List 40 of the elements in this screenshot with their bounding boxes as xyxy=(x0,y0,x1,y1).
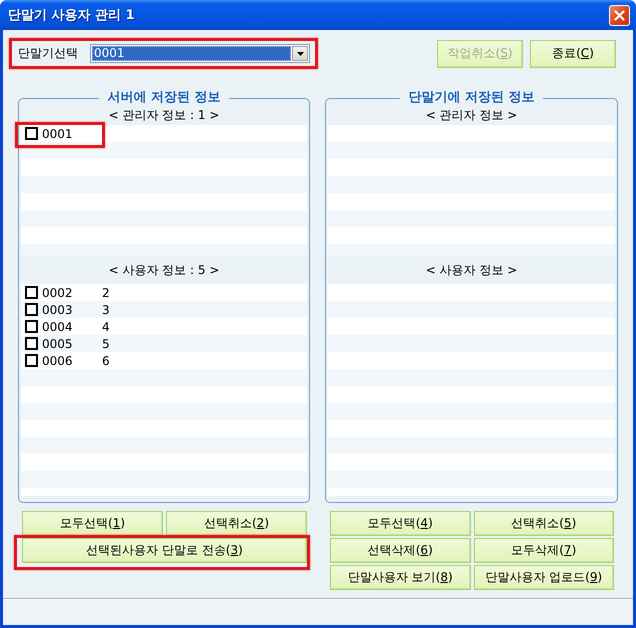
action-button[interactable]: 선택취소(2) xyxy=(166,511,307,536)
code-text: 0002 xyxy=(42,286,74,300)
group-title: 서버에 저장된 정보 xyxy=(106,90,222,106)
code-text: 0003 xyxy=(42,302,74,316)
number-text: 4 xyxy=(102,320,110,334)
terminal-select-label: 단말기선택 xyxy=(18,45,79,62)
action-button[interactable]: 모두선택(1) xyxy=(22,511,163,536)
terminal-dropdown[interactable]: 0001 xyxy=(90,44,310,63)
code-text: 0001 xyxy=(42,126,74,140)
code-text: 0006 xyxy=(42,354,74,368)
action-button[interactable]: 단말사용자 보기(8) xyxy=(330,565,470,590)
number-text: 2 xyxy=(102,286,110,300)
number-text: 6 xyxy=(102,354,110,368)
checkbox[interactable] xyxy=(25,320,38,333)
number-text: 3 xyxy=(102,302,110,316)
checkbox[interactable] xyxy=(25,337,38,350)
checkbox[interactable] xyxy=(25,354,38,367)
checkbox[interactable] xyxy=(25,127,38,140)
action-button[interactable]: 선택삭제(6) xyxy=(330,538,470,563)
section-header: < 관리자 정보 > xyxy=(426,107,518,124)
number-text: 5 xyxy=(102,336,110,350)
close-icon xyxy=(614,10,625,20)
group-title: 단말기에 저장된 정보 xyxy=(407,90,536,106)
action-button[interactable]: 선택취소(5) xyxy=(474,511,614,536)
section-header: < 사용자 정보 > xyxy=(426,262,518,278)
section-header: < 관리자 정보 : 1 > xyxy=(108,107,220,124)
action-button[interactable]: 선택된사용자 단말로 전송(3) xyxy=(22,538,307,563)
checkbox[interactable] xyxy=(25,303,38,316)
close-button[interactable] xyxy=(609,4,630,26)
action-button[interactable]: 모두삭제(7) xyxy=(474,538,614,563)
window-title: 단말기 사용자 관리 1 xyxy=(8,7,135,24)
code-text: 0005 xyxy=(42,336,74,350)
action-button[interactable]: 단말사용자 업로드(9) xyxy=(474,565,614,590)
dropdown-button[interactable] xyxy=(292,46,308,61)
action-button[interactable]: 모두선택(4) xyxy=(330,511,470,536)
section-header: < 사용자 정보 : 5 > xyxy=(108,262,220,278)
caret-icon xyxy=(296,52,304,56)
code-text: 0004 xyxy=(42,320,74,334)
checkbox[interactable] xyxy=(25,286,38,299)
exit-button[interactable]: 종료(C) xyxy=(530,40,616,68)
